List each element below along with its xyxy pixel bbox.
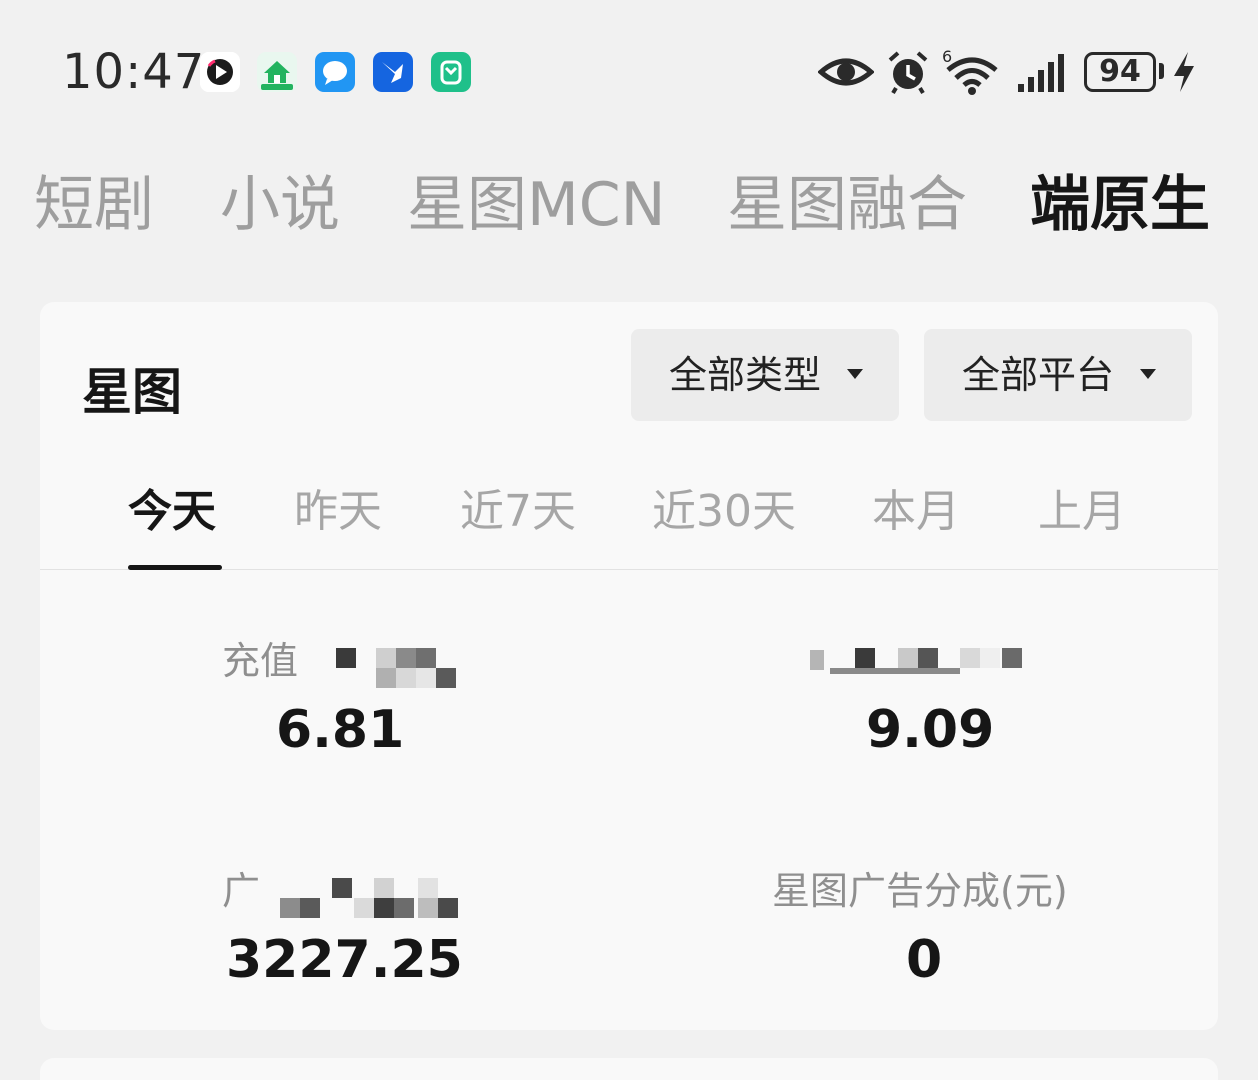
signal-icon — [1016, 48, 1070, 96]
next-card — [40, 1058, 1218, 1080]
redacted-mosaic — [810, 642, 1025, 682]
battery-icon: 94 — [1084, 52, 1156, 92]
active-tab-indicator — [128, 565, 222, 570]
category-tabs: 短剧 小说 星图MCN 星图融合 端原生 — [0, 165, 1258, 245]
platform-filter-dropdown[interactable]: 全部平台 — [924, 329, 1192, 421]
svg-text:6: 6 — [942, 48, 952, 66]
tab-yesterday[interactable]: 昨天 — [294, 482, 382, 542]
screen: 10:47 6 94 短剧 小说 星图MCN 星图融合 端原生 星图 全部类型 … — [0, 0, 1258, 1080]
eye-icon — [818, 48, 874, 96]
platform-filter-label: 全部平台 — [962, 353, 1115, 397]
tab-this-month[interactable]: 本月 — [872, 482, 960, 542]
charging-icon — [1170, 48, 1198, 96]
alarm-icon — [884, 48, 932, 96]
type-filter-dropdown[interactable]: 全部类型 — [631, 329, 899, 421]
tab-novel[interactable]: 小说 — [220, 165, 340, 245]
tab-last-month[interactable]: 上月 — [1038, 482, 1126, 542]
redacted-mosaic — [270, 872, 470, 922]
caret-down-icon — [1140, 369, 1156, 379]
tab-xingtu-mcn[interactable]: 星图MCN — [407, 165, 666, 245]
tab-short-drama[interactable]: 短剧 — [34, 165, 154, 245]
metric-value-ad: 3227.25 — [226, 930, 463, 990]
tab-native[interactable]: 端原生 — [1030, 165, 1210, 245]
metric-value-recharge: 6.81 — [276, 700, 405, 760]
metric-value-2: 9.09 — [866, 700, 995, 760]
tab-last-30-days[interactable]: 近30天 — [652, 482, 796, 542]
metric-value-xingtu-ad-share: 0 — [906, 930, 943, 990]
status-bar: 10:47 6 94 — [0, 0, 1258, 140]
status-time: 10:47 — [62, 44, 206, 100]
stats-card: 星图 全部类型 全部平台 今天 昨天 近7天 近30天 本月 上月 充值 6.8… — [40, 302, 1218, 1030]
metric-label-xingtu-ad-share: 星图广告分成(元) — [772, 869, 1068, 913]
vr-house-app-icon — [257, 52, 297, 92]
tab-today[interactable]: 今天 — [128, 482, 216, 542]
bird-app-icon — [373, 52, 413, 92]
type-filter-label: 全部类型 — [669, 353, 822, 397]
metric-label-recharge: 充值 — [222, 639, 299, 683]
redacted-mosaic — [298, 640, 468, 690]
tab-xingtu-fusion[interactable]: 星图融合 — [727, 165, 967, 245]
date-range-tabs: 今天 昨天 近7天 近30天 本月 上月 — [40, 472, 1218, 570]
wifi-icon: 6 — [942, 48, 1000, 96]
message-app-icon — [315, 52, 355, 92]
mi-home-app-icon — [431, 52, 471, 92]
caret-down-icon — [847, 369, 863, 379]
metric-label-ad: 广 — [222, 869, 261, 913]
card-title: 星图 — [82, 363, 182, 421]
tab-last-7-days[interactable]: 近7天 — [460, 482, 576, 542]
video-app-icon — [200, 52, 240, 92]
battery-nub — [1159, 63, 1164, 79]
